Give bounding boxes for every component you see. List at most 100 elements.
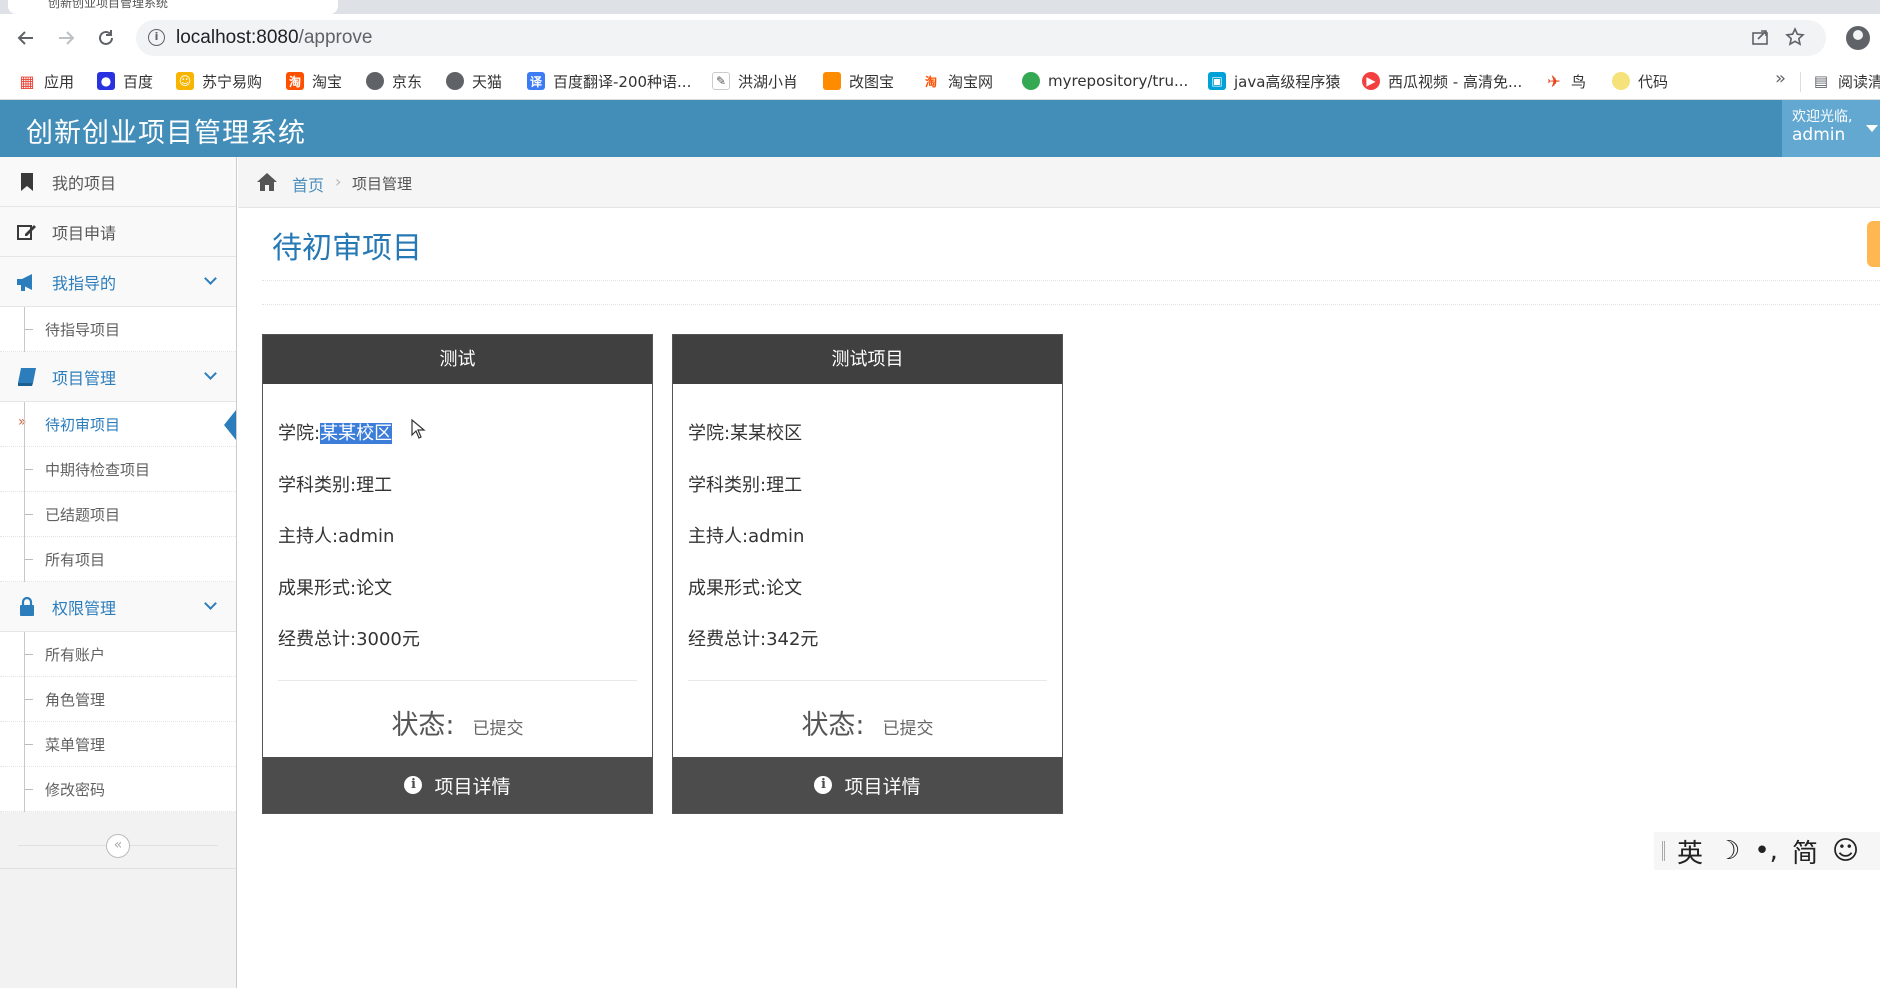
- forward-icon[interactable]: [52, 24, 80, 52]
- book-icon: [16, 366, 38, 388]
- breadcrumb-separator: ›: [335, 172, 342, 191]
- info-icon: i: [814, 776, 833, 794]
- sidebar-item-project-management[interactable]: 项目管理: [0, 352, 236, 402]
- sidebar-subitem-concluded[interactable]: 已结题项目: [0, 492, 236, 537]
- info-icon: i: [404, 776, 423, 794]
- bookmark-taobaowang[interactable]: 淘淘宝网: [922, 70, 993, 92]
- sidebar-subitem-label: 待初审项目: [45, 415, 121, 434]
- bookmark-label: 阅读清: [1838, 72, 1880, 91]
- bookmark-baidu-translate[interactable]: 译百度翻译-200种语...: [527, 70, 691, 92]
- reload-icon[interactable]: [92, 24, 120, 52]
- bookmark-xigua[interactable]: ▶ 西瓜视频 - 高清免...: [1362, 70, 1522, 92]
- feather-icon: ✎: [712, 72, 730, 90]
- profile-avatar-icon[interactable]: [1846, 26, 1870, 50]
- sidebar-subitem-label: 修改密码: [45, 780, 106, 799]
- ime-emoji-icon[interactable]: ☺: [1832, 836, 1859, 866]
- bookmark-label: myrepository/tru...: [1048, 72, 1189, 90]
- sidebar-collapse-button[interactable]: «: [106, 834, 130, 858]
- project-detail-button[interactable]: i 项目详情: [673, 757, 1062, 813]
- sidebar-subitem-all-projects[interactable]: 所有项目: [0, 537, 236, 582]
- bookmark-code[interactable]: 代码: [1612, 70, 1668, 92]
- bookmark-icon: [16, 171, 38, 193]
- project-host: 主持人:admin: [278, 526, 395, 547]
- ime-grip-handle[interactable]: [1662, 841, 1665, 861]
- sidebar-subitem-pending-review[interactable]: » 待初审项目: [0, 402, 236, 447]
- bookmark-label: 应用: [44, 72, 75, 91]
- code-icon: [1612, 72, 1630, 90]
- sidebar-item-apply[interactable]: 项目申请: [0, 207, 236, 257]
- status-badge: 已提交: [882, 719, 934, 739]
- bookmark-honghu[interactable]: ✎ 洪湖小肖: [712, 70, 798, 92]
- taobao-icon: 淘: [924, 74, 937, 89]
- bookmark-label: 百度翻译-200种语...: [553, 72, 692, 91]
- project-funding: 经费总计:3000元: [278, 629, 420, 650]
- xigua-video-icon: ▶: [1362, 72, 1380, 90]
- sidebar-subitem-menus[interactable]: 菜单管理: [0, 722, 236, 767]
- reading-list[interactable]: ▤ 阅读清: [1812, 70, 1880, 92]
- bookmark-label: 天猫: [472, 72, 503, 91]
- sidebar-item-permissions[interactable]: 权限管理: [0, 582, 236, 632]
- bookmark-gaitubao[interactable]: 改图宝: [823, 70, 894, 92]
- breadcrumb-home-link[interactable]: 首页: [292, 172, 324, 196]
- sidebar-collapse-row: «: [0, 823, 236, 869]
- bookmark-star-icon[interactable]: [1785, 27, 1805, 52]
- sidebar-subitem-pending-guidance[interactable]: 待指导项目: [0, 307, 236, 352]
- chevron-down-icon: [204, 367, 217, 380]
- home-icon: [256, 172, 278, 192]
- bookmarks-more-button[interactable]: »: [1775, 68, 1786, 89]
- bookmark-label: 京东: [392, 72, 423, 91]
- bookmark-baidu[interactable]: ● 百度: [97, 70, 153, 92]
- share-icon[interactable]: [1750, 27, 1770, 52]
- active-indicator: [224, 410, 236, 440]
- project-discipline: 学科类别:理工: [688, 475, 803, 496]
- bookmark-tmall[interactable]: 天猫: [446, 70, 502, 92]
- project-discipline: 学科类别:理工: [278, 475, 393, 496]
- sidebar-subitem-midterm[interactable]: 中期待检查项目: [0, 447, 236, 492]
- back-icon[interactable]: [12, 24, 40, 52]
- sidebar-subitem-change-password[interactable]: 修改密码: [0, 767, 236, 812]
- translate-icon: 译: [527, 72, 545, 90]
- sidebar-item-my-projects[interactable]: 我的项目: [0, 157, 236, 207]
- site-info-icon[interactable]: i: [148, 29, 165, 46]
- sidebar-subitem-roles[interactable]: 角色管理: [0, 677, 236, 722]
- bookmark-taobao[interactable]: 淘淘宝: [286, 70, 342, 92]
- bookmark-label: 鸟: [1571, 72, 1587, 91]
- globe-icon: [446, 72, 464, 90]
- sidebar: 我的项目 项目申请 我指导的 待指导项目 项目管理 » 待初审项目 中期待检查项…: [0, 157, 237, 988]
- project-detail-button[interactable]: i 项目详情: [263, 757, 652, 813]
- project-card: 测试 学院:某某校区 学科类别:理工 主持人:admin 成果形式:论文 经费总…: [262, 334, 653, 814]
- address-bar[interactable]: i localhost:8080/approve: [136, 20, 1826, 56]
- project-host: 主持人:admin: [688, 526, 805, 547]
- address-url[interactable]: localhost:8080/approve: [176, 27, 373, 49]
- mouse-cursor-icon: [411, 419, 426, 439]
- bookmark-apps[interactable]: ▦ 应用: [18, 70, 74, 92]
- breadcrumb: 首页 › 项目管理: [238, 157, 1880, 208]
- sidebar-subitem-label: 已结题项目: [45, 505, 121, 524]
- bookmark-bird[interactable]: ✈ 鸟: [1545, 70, 1586, 92]
- url-path: /approve: [298, 27, 373, 48]
- app-title[interactable]: 创新创业项目管理系统: [26, 111, 306, 150]
- bookmark-bilibili[interactable]: ▣ java高级程序猿: [1208, 70, 1340, 92]
- welcome-text: 欢迎光临,: [1792, 109, 1853, 125]
- browser-tab-title: 创新创业项目管理系统: [48, 0, 169, 10]
- taobao-icon: 淘: [286, 72, 304, 90]
- status-badge: 已提交: [472, 719, 524, 739]
- bookmark-jd[interactable]: 京东: [366, 70, 422, 92]
- bookmark-label: 苏宁易购: [202, 72, 263, 91]
- sidebar-subitem-label: 待指导项目: [45, 320, 121, 339]
- ime-simplified-toggle[interactable]: 简: [1792, 833, 1818, 870]
- bookmark-label: 洪湖小肖: [738, 72, 799, 91]
- settings-toggle-button[interactable]: [1867, 221, 1880, 267]
- app-header: 创新创业项目管理系统 欢迎光临, admin: [0, 100, 1880, 157]
- browser-tab[interactable]: 创新创业项目管理系统: [8, 0, 338, 14]
- project-result-form: 成果形式:论文: [688, 578, 803, 599]
- bookmark-myrepository[interactable]: myrepository/tru...: [1022, 70, 1188, 92]
- project-result-form: 成果形式:论文: [278, 578, 393, 599]
- bookmark-suning[interactable]: ☺ 苏宁易购: [176, 70, 262, 92]
- user-menu[interactable]: 欢迎光临, admin: [1782, 100, 1880, 157]
- ime-language-toggle[interactable]: 英: [1677, 833, 1703, 870]
- ime-punctuation-toggle[interactable]: •,: [1754, 836, 1778, 866]
- sidebar-item-guided[interactable]: 我指导的: [0, 257, 236, 307]
- ime-moon-icon[interactable]: ☽: [1717, 836, 1740, 866]
- sidebar-subitem-all-accounts[interactable]: 所有账户: [0, 632, 236, 677]
